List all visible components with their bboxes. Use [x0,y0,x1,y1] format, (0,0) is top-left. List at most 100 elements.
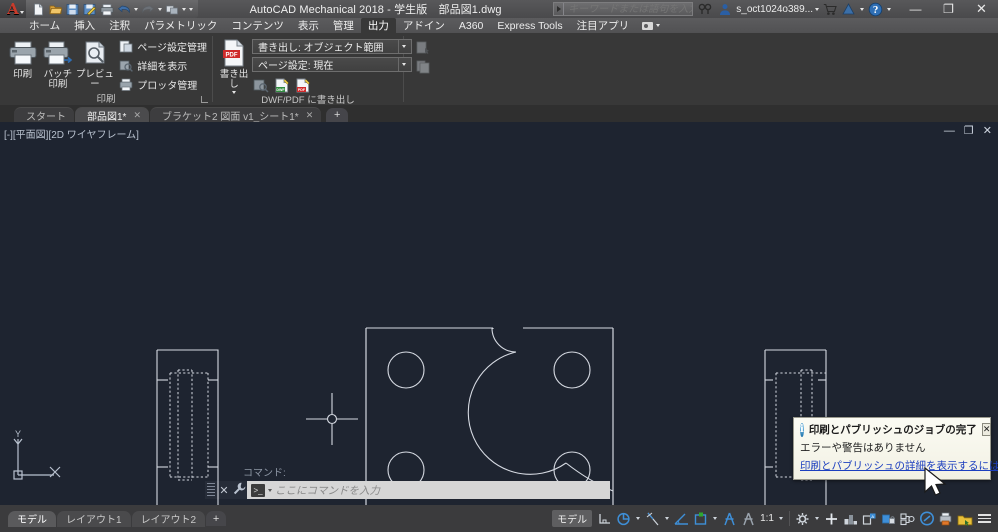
plot-dialog-launcher-icon[interactable] [201,96,208,103]
grid-display-icon[interactable] [595,509,614,529]
ribbon-display-options[interactable] [636,18,666,33]
snap-chevron-down-icon[interactable] [633,509,643,529]
export-scope-chevron-down-icon[interactable] [398,40,408,53]
workspace-icon[interactable] [163,1,180,17]
search-expand-icon[interactable] [554,3,565,15]
wrench-icon[interactable] [231,482,247,498]
plot-status-icon[interactable] [936,509,955,529]
restore-button[interactable]: ❐ [932,0,965,18]
page-setup-ghost-icon[interactable] [415,40,431,55]
application-menu-button[interactable]: A [0,0,26,18]
ortho-chevron-down-icon[interactable] [662,509,672,529]
close-button[interactable]: ✕ [965,0,998,18]
file-tab-start[interactable]: スタート [14,107,74,123]
osnap-tracking-icon[interactable] [720,509,739,529]
close-icon[interactable]: ✕ [981,423,992,436]
annotation-scale-value[interactable]: 1:1 [758,513,776,524]
help-dropdown-caret[interactable] [857,0,866,18]
ribbon-tab-parametric[interactable]: パラメトリック [137,18,224,33]
ribbon-tab-home[interactable]: ホーム [22,18,67,33]
ribbon-tab-view[interactable]: 表示 [291,18,326,33]
ribbon-tab-content[interactable]: コンテンツ [224,18,291,33]
ribbon-tab-insert[interactable]: 挿入 [67,18,102,33]
question-dropdown-caret[interactable] [884,0,893,18]
ribbon-tab-annotate[interactable]: 注釈 [102,18,137,33]
plotter-manager-button[interactable]: プロッタ管理 [118,76,207,93]
ribbon-tab-express-tools[interactable]: Express Tools [490,18,569,33]
new-file-icon[interactable] [30,1,47,17]
command-input-row[interactable]: ✕ >_ ここにコマンドを入力 [205,481,610,499]
export-scope-combo[interactable]: 書き出し: オブジェクト範囲 [252,39,412,54]
ribbon-tab-output[interactable]: 出力 [360,18,396,33]
cart-icon[interactable] [821,0,839,18]
info-search-box[interactable] [553,2,694,16]
redo-dropdown-caret[interactable] [156,1,163,17]
snap-mode-icon[interactable] [614,509,633,529]
command-line-window[interactable]: コマンド: ✕ >_ ここにコマンドを入力 [205,464,610,499]
file-tab-bracket2[interactable]: ブラケット2 図面 v1_シート1* ✕ [150,107,322,123]
view-details-button[interactable]: 詳細を表示 [118,57,207,74]
view-plot-icon[interactable] [252,77,269,93]
page-setup-manager-button[interactable]: ページ設定管理 [118,38,207,55]
autodesk-help-icon[interactable] [839,0,857,18]
search-input[interactable] [564,3,693,15]
layout-tab-model[interactable]: モデル [8,510,56,527]
lock-ui-icon[interactable] [879,509,898,529]
search-icon[interactable] [696,0,714,18]
export-dwf-icon[interactable]: DWF [273,77,290,93]
close-icon[interactable]: ✕ [306,110,314,121]
plot-notification-balloon[interactable]: i 印刷とパブリッシュのジョブの完了 ✕ エラーや警告はありません 印刷とパブリ… [793,417,998,480]
user-account-menu[interactable]: s_oct1024o389... [714,0,821,18]
clean-screen-icon[interactable] [917,509,936,529]
isolate-group-icon[interactable] [898,509,917,529]
close-icon[interactable]: ✕ [217,484,231,497]
layout-tab-layout1[interactable]: レイアウト1 [57,510,131,527]
balloon-details-link[interactable]: 印刷とパブリッシュの詳細を表示するにはここをクリック... [800,458,998,473]
export-button[interactable]: PDF 書き出し [218,36,250,94]
ribbon-tab-manage[interactable]: 管理 [326,18,361,33]
preview-button[interactable]: プレビュー [76,36,115,90]
chevron-down-icon[interactable] [20,11,24,14]
ribbon-tab-featured-apps[interactable]: 注目アプリ [570,18,637,33]
isolate-objects-icon[interactable]: A [860,509,879,529]
status-bar-menu-icon[interactable] [974,509,994,529]
chevron-down-icon[interactable] [656,24,661,27]
undo-dropdown-caret[interactable] [132,1,139,17]
export-pdf-small-icon[interactable]: PDF [294,77,311,93]
page-setup-chevron-down-icon[interactable] [398,58,408,71]
model-space-button[interactable]: モデル [552,510,593,527]
workspace-dropdown-caret[interactable] [180,1,187,17]
undo-icon[interactable] [115,1,132,17]
file-tab-buhinzu1[interactable]: 部品図1* ✕ [75,107,149,123]
command-chevron-down-icon[interactable] [268,488,272,492]
add-tool-icon[interactable] [822,509,841,529]
minimize-button[interactable]: — [899,0,932,18]
new-layout-button[interactable]: + [206,511,227,526]
drawing-canvas[interactable]: [-][平面図][2D ワイヤフレーム] — ❐ ✕ Y コマンド: ✕ >_ … [0,122,998,505]
new-drawing-tab-button[interactable]: + [326,108,349,122]
close-icon[interactable]: ✕ [133,110,141,121]
save-icon[interactable] [64,1,81,17]
object-snap-icon[interactable] [691,509,710,529]
osnap-chevron-down-icon[interactable] [710,509,720,529]
command-input[interactable]: >_ ここにコマンドを入力 [247,481,610,499]
ribbon-tab-addin[interactable]: アドイン [396,18,452,33]
scale-chevron-down-icon[interactable] [776,509,786,529]
batch-plot-button[interactable]: バッチ 印刷 [40,36,75,90]
ribbon-tab-a360[interactable]: A360 [452,18,491,33]
polar-tracking-icon[interactable] [672,509,691,529]
open-file-icon[interactable] [47,1,64,17]
redo-icon[interactable] [139,1,156,17]
question-icon[interactable]: ? [866,0,884,18]
command-drag-handle[interactable] [207,483,215,497]
ortho-mode-icon[interactable] [643,509,662,529]
page-setup-combo[interactable]: ページ設定: 現在 [252,57,412,72]
user-chevron-down-icon[interactable] [815,7,819,11]
plot-button[interactable]: 印刷 [5,36,40,80]
annotation-visibility-icon[interactable] [739,509,758,529]
qat-overflow-caret[interactable] [187,1,194,17]
workspace-switching-icon[interactable] [793,509,812,529]
hardware-acceleration-icon[interactable] [841,509,860,529]
page-setup-ghost2-icon[interactable] [415,59,431,74]
plot-icon[interactable] [98,1,115,17]
